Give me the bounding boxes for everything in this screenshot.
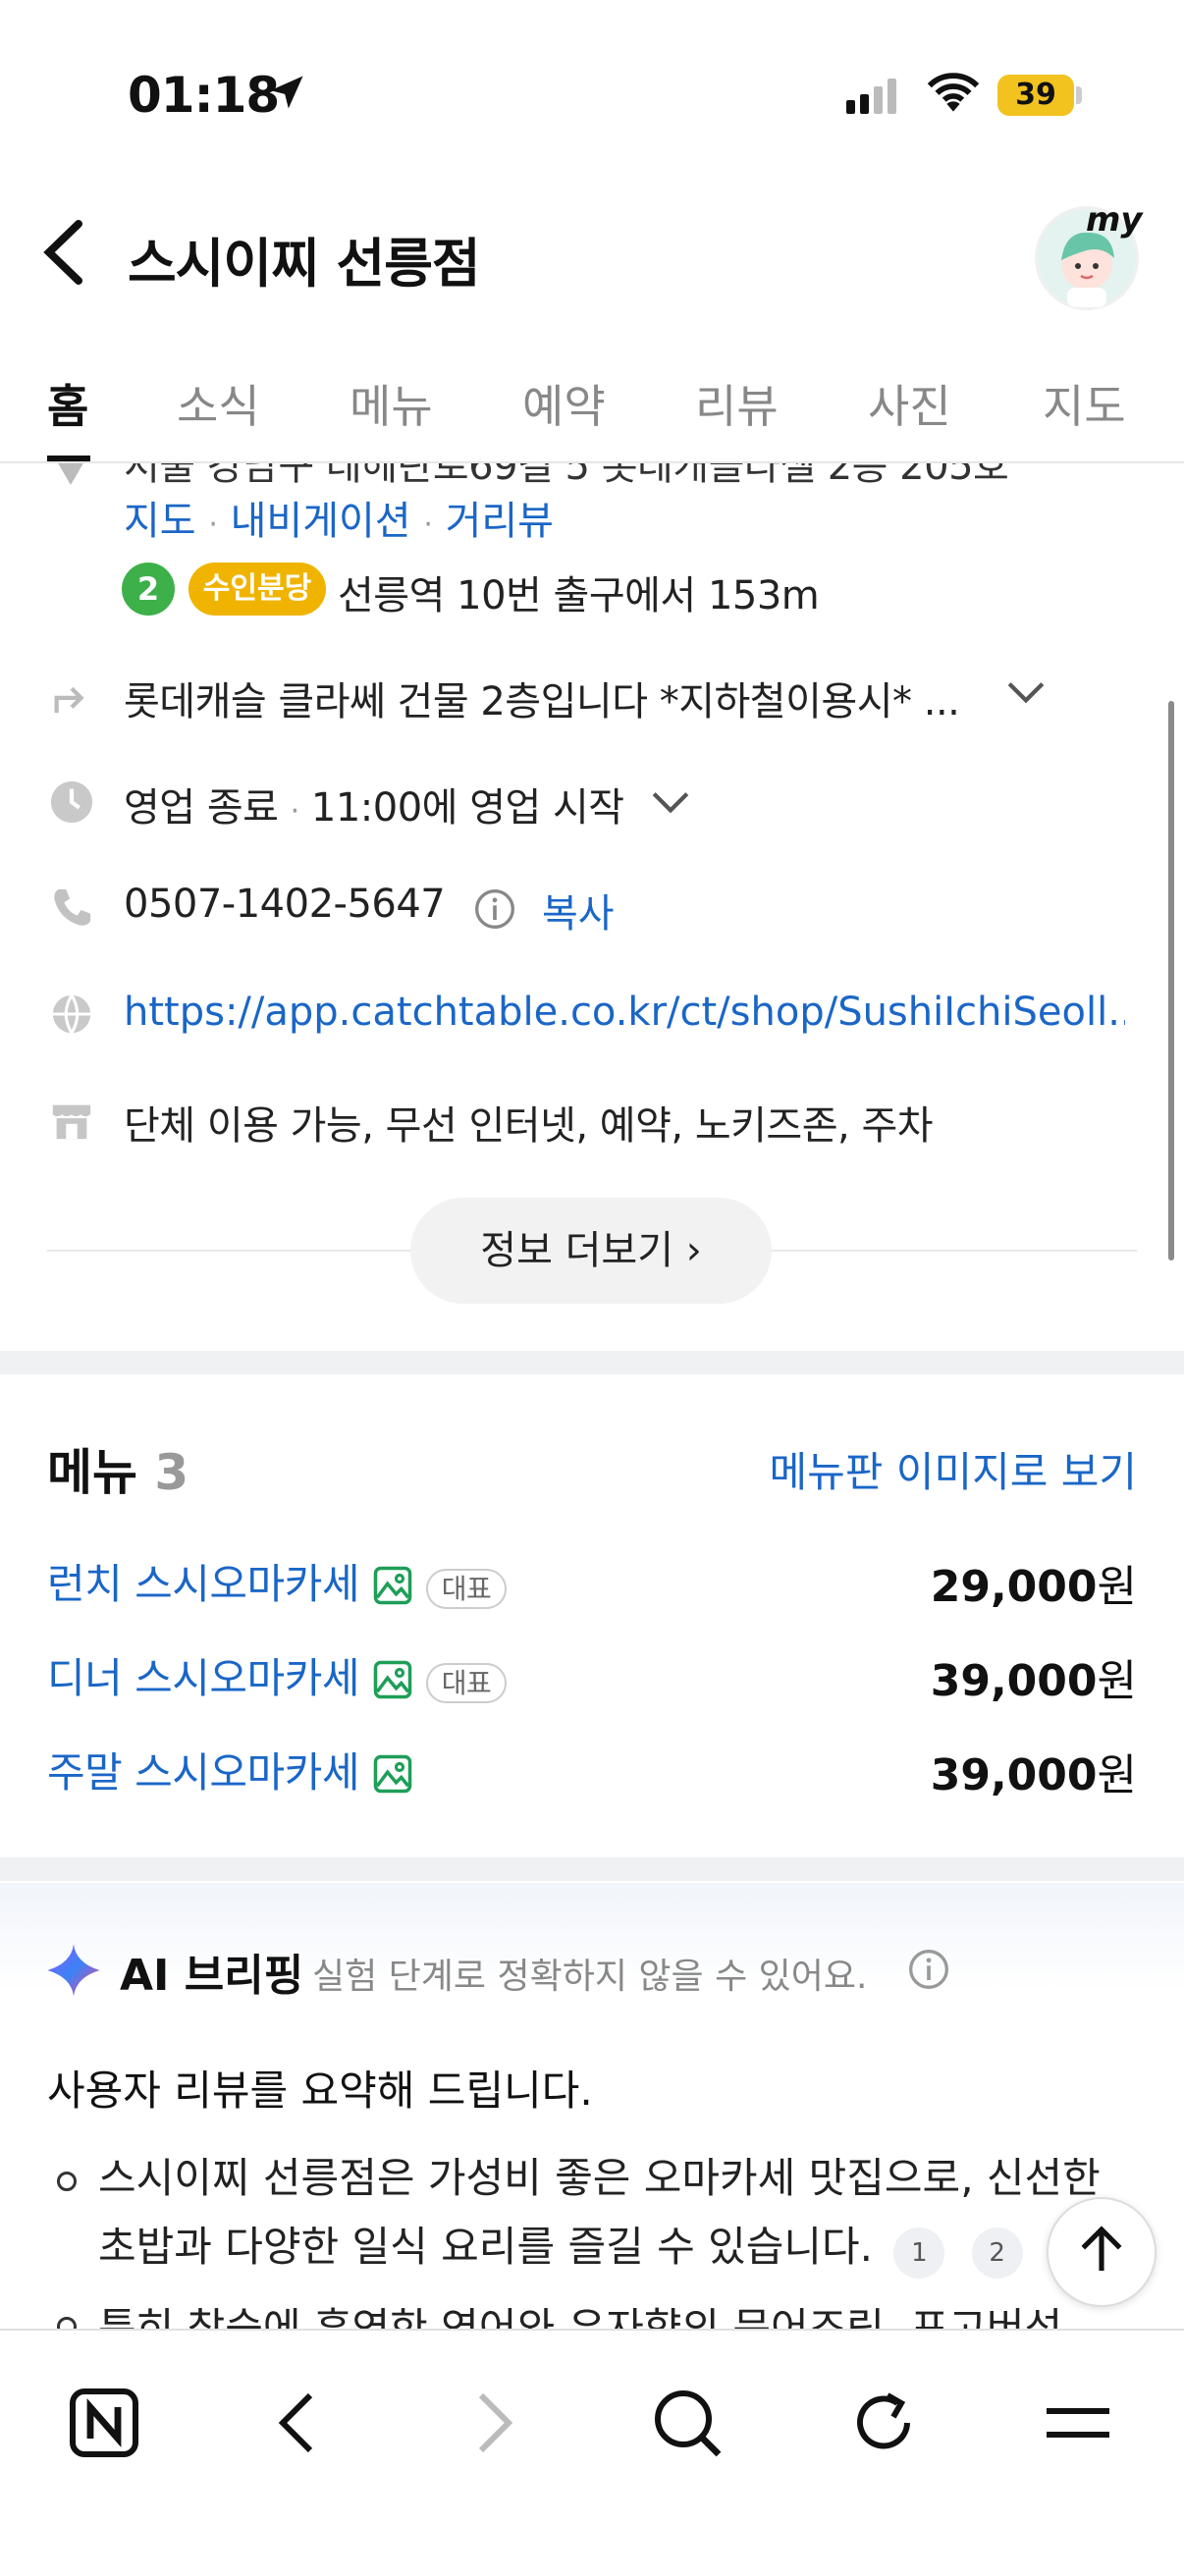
ai-briefing-title: AI 브리핑 (120, 1951, 304, 2001)
image-icon (373, 1660, 412, 1699)
image-icon (373, 1566, 412, 1605)
navigation-link[interactable]: 내비게이션 (231, 499, 411, 544)
menu-icon[interactable] (1039, 2384, 1117, 2462)
phone-icon (54, 888, 91, 926)
amenities-text: 단체 이용 가능, 무선 인터넷, 예약, 노키즈존, 주차 (124, 1103, 934, 1149)
ai-summary-heading: 사용자 리뷰를 요약해 드립니다. (47, 2066, 593, 2115)
menu-title-text: 메뉴 (47, 1444, 137, 1501)
section-divider (0, 1857, 1184, 1881)
search-icon[interactable] (648, 2384, 727, 2462)
globe-icon (52, 994, 91, 1034)
tab-reservation[interactable]: 예약 (522, 371, 606, 436)
chevron-down-icon[interactable] (650, 787, 691, 817)
pin-icon (58, 463, 83, 485)
copy-phone-button[interactable]: 복사 (542, 882, 615, 939)
ai-sparkle-icon (47, 1944, 100, 1997)
separator-dot: · (208, 508, 218, 542)
subway-info: 선릉역 10번 출구에서 153m (338, 573, 820, 618)
image-icon (373, 1754, 412, 1794)
menu-item-label: 런치 스시오마카세 (47, 1560, 359, 1608)
menu-item-name[interactable]: 디너 스시오마카세 대표 (47, 1645, 508, 1705)
status-time: 01:18 (128, 67, 280, 124)
subway-line-2-badge: 2 (122, 563, 175, 616)
tab-map[interactable]: 지도 (1043, 371, 1126, 436)
info-icon[interactable] (473, 887, 516, 931)
clock-icon (50, 780, 93, 824)
refresh-icon[interactable] (844, 2384, 923, 2462)
address-links: 지도 · 내비게이션 · 거리뷰 (124, 489, 554, 546)
scrollbar[interactable] (1168, 701, 1174, 1261)
representative-badge: 대표 (425, 1663, 508, 1703)
page-title: 스시이찌 선릉점 (128, 233, 481, 295)
menu-section-title: 메뉴 3 (47, 1433, 188, 1504)
arrow-up-icon (1081, 2226, 1122, 2271)
address-text: 서울 강남구 테헤란로69길 5 롯데캐슬라셀 2층 205호 (124, 463, 1009, 485)
store-icon (52, 1104, 91, 1140)
tab-menu[interactable]: 메뉴 (350, 371, 433, 436)
info-icon[interactable] (907, 1948, 950, 1991)
hours-status: 영업 종료 (124, 785, 279, 831)
reference-badge[interactable]: 2 (971, 2227, 1023, 2279)
avatar-badge: my (1086, 200, 1143, 240)
representative-badge: 대표 (425, 1569, 508, 1609)
chevron-down-icon[interactable] (1005, 677, 1047, 707)
hours-next: 11:00에 영업 시작 (310, 785, 624, 831)
menu-item-name[interactable]: 주말 스시오마카세 (47, 1740, 413, 1799)
bullet (57, 2172, 77, 2191)
view-menu-image-link[interactable]: 메뉴판 이미지로 보기 (770, 1439, 1137, 1499)
separator-dot: · (290, 794, 300, 829)
tab-home[interactable]: 홈 (47, 371, 88, 436)
tab-photos[interactable]: 사진 (868, 371, 951, 436)
website-link[interactable]: https://app.catchtable.co.kr/ct/shop/Sus… (124, 990, 1125, 1035)
forward-icon[interactable] (454, 2384, 532, 2462)
naver-n-icon[interactable] (65, 2384, 143, 2462)
ai-bullet-text: 스시이찌 선릉점은 가성비 좋은 오마카세 맛집으로, 신선한 초밥과 다양한 … (98, 2144, 1101, 2281)
hours-row[interactable]: 영업 종료 · 11:00에 영업 시작 (124, 776, 624, 832)
menu-item-price: 29,000원 (930, 1562, 1137, 1612)
directions-icon (54, 686, 84, 714)
menu-item-label: 디너 스시오마카세 (47, 1654, 359, 1702)
location-arrow-icon (270, 76, 303, 109)
menu-count: 3 (154, 1444, 189, 1501)
address-row-clipped: 서울 강남구 테헤란로69길 5 롯데캐슬라셀 2층 205호 (0, 463, 1184, 485)
back-icon[interactable] (259, 2384, 338, 2462)
menu-item-price: 39,000원 (930, 1750, 1137, 1800)
battery-tip (1076, 86, 1082, 104)
ai-bullet-line: 특히 참숙에 흔연한 연어와 유자향의 문어조림, 표고버섯 (98, 2304, 1063, 2329)
tab-news[interactable]: 소식 (177, 371, 260, 436)
map-link[interactable]: 지도 (124, 499, 196, 544)
menu-item-label: 주말 스시오마카세 (47, 1748, 359, 1797)
streetview-link[interactable]: 거리뷰 (446, 499, 554, 544)
menu-item-name[interactable]: 런치 스시오마카세 대표 (47, 1551, 508, 1611)
scroll-top-button[interactable] (1047, 2197, 1157, 2307)
bullet (57, 2317, 77, 2329)
battery-level: 39 (997, 75, 1074, 116)
wifi-icon (927, 73, 980, 112)
section-divider (0, 1351, 1184, 1374)
active-tab-indicator (47, 456, 90, 461)
more-info-label: 정보 더보기 (480, 1228, 673, 1273)
tab-reviews[interactable]: 리뷰 (695, 371, 779, 436)
ai-bullet-line: 스시이찌 선릉점은 가성비 좋은 오마카세 맛집으로, 신선한 (98, 2154, 1101, 2202)
subway-suin-badge: 수인분당 (188, 563, 326, 616)
phone-number[interactable]: 0507-1402-5647 (124, 882, 446, 927)
directions-text: 롯데캐슬 클라쎄 건물 2층입니다 *지하철이용시* ... (124, 679, 960, 724)
ai-briefing-note: 실험 단계로 정확하지 않을 수 있어요. (312, 1957, 868, 1997)
ai-bullet-line-text: 초밥과 다양한 일식 요리를 즐길 수 있습니다. (98, 2223, 873, 2271)
signal-icon (846, 79, 905, 114)
back-button[interactable] (39, 218, 88, 287)
menu-item-price: 39,000원 (930, 1656, 1137, 1706)
tab-bar: 홈 소식 메뉴 예약 리뷰 사진 지도 (0, 363, 1184, 463)
ai-bullet-clipped: 특히 참숙에 흔연한 연어와 유자향의 문어조림, 표고버섯 (0, 2287, 1184, 2329)
chevron-right-icon: › (685, 1228, 702, 1273)
ai-bullet-line: 초밥과 다양한 일식 요리를 즐길 수 있습니다. 1 2 (98, 2213, 1101, 2281)
reference-badge[interactable]: 1 (893, 2227, 945, 2279)
separator-dot: · (423, 508, 433, 542)
browser-toolbar (0, 2329, 1184, 2576)
more-info-button[interactable]: 정보 더보기 › (410, 1198, 772, 1304)
